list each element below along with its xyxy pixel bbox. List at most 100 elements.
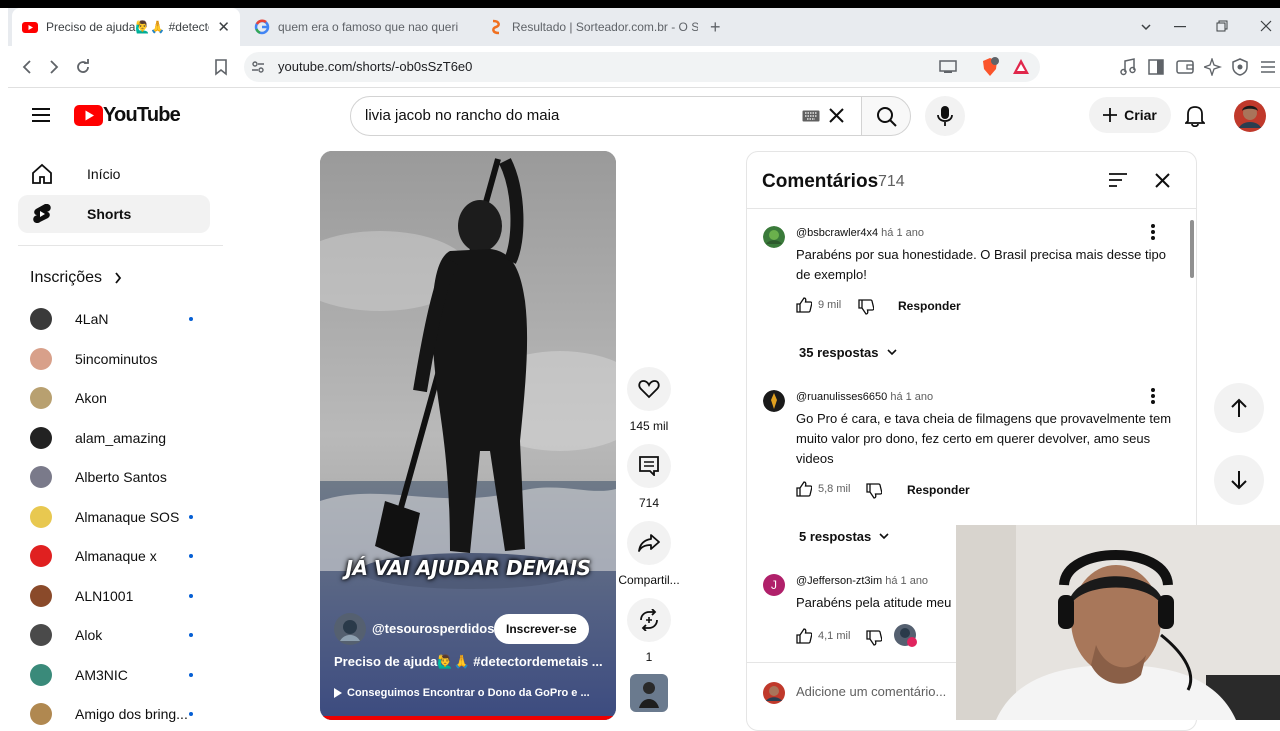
short-video-player[interactable]: JÁ VAI AJUDAR DEMAIS @tesourosperdidos I… <box>320 151 616 720</box>
thumbs-down-icon[interactable] <box>866 483 882 499</box>
subscription-item[interactable]: ALN1001 <box>30 581 210 611</box>
restore-window-icon[interactable] <box>1216 20 1228 32</box>
browser-tab-sorteador[interactable]: Resultado | Sorteador.com.br - O Site <box>478 8 708 46</box>
video-channel-name[interactable]: @tesourosperdidos <box>372 621 494 636</box>
guide-menu-icon[interactable] <box>31 107 51 123</box>
channel-avatar[interactable] <box>334 613 366 645</box>
new-tab-button[interactable]: + <box>710 17 721 38</box>
subscribe-button[interactable]: Inscrever-se <box>494 614 589 644</box>
comment-like-count: 4,1 mil <box>818 630 851 642</box>
like-button[interactable] <box>627 367 671 411</box>
thumbs-down-icon[interactable] <box>866 630 882 646</box>
thumbs-up-icon[interactable] <box>796 481 812 497</box>
voice-search-button[interactable] <box>925 96 965 136</box>
sidebar-toggle-icon[interactable] <box>1148 59 1164 75</box>
clear-search-icon[interactable] <box>829 108 844 123</box>
close-tab-icon[interactable]: ✕ <box>217 18 230 36</box>
site-info-icon[interactable] <box>251 60 265 74</box>
view-replies-button[interactable]: 35 respostas <box>799 345 897 360</box>
minimize-window-icon[interactable] <box>1174 26 1186 28</box>
more-options-icon[interactable] <box>1151 224 1155 240</box>
sidebar-item-shorts[interactable]: Shorts <box>18 195 210 233</box>
browser-menu-icon[interactable] <box>1260 60 1276 74</box>
notifications-bell-icon[interactable] <box>1185 104 1205 127</box>
sound-thumbnail[interactable] <box>630 674 668 712</box>
subscription-item[interactable]: 5incominutos <box>30 344 210 374</box>
comment-author[interactable]: @Jefferson-zt3im <box>796 575 882 587</box>
sort-icon[interactable] <box>1108 172 1128 188</box>
wallet-icon[interactable] <box>1176 59 1194 75</box>
comment-author[interactable]: @bsbcrawler4x4 <box>796 227 878 239</box>
bookmark-icon[interactable] <box>214 59 228 76</box>
comment-time[interactable]: há 1 ano <box>881 227 924 239</box>
video-progress-bar[interactable] <box>320 716 616 720</box>
subscription-item[interactable]: Alok <box>30 620 210 650</box>
comment-author[interactable]: @ruanulisses6650 <box>796 391 887 403</box>
comment-like-count: 5,8 mil <box>818 483 851 495</box>
search-button[interactable] <box>861 96 911 136</box>
brave-shields-icon[interactable] <box>980 57 1000 77</box>
new-content-dot <box>189 317 193 321</box>
add-comment-input[interactable]: Adicione um comentário... <box>796 684 946 699</box>
sidebar-item-home[interactable]: Início <box>18 155 210 193</box>
vpn-shield-icon[interactable] <box>1232 58 1248 76</box>
chevron-right-icon <box>115 272 122 284</box>
leo-ai-icon[interactable] <box>1204 58 1222 76</box>
video-title[interactable]: Preciso de ajuda🙋‍♂️🙏 #detectordemetais … <box>334 654 606 670</box>
comment-header: @Jefferson-zt3im há 1 ano <box>796 575 928 587</box>
creator-heart-avatar <box>894 624 917 647</box>
thumbs-up-icon[interactable] <box>796 628 812 644</box>
browser-tab-youtube[interactable]: Preciso de ajuda🙋‍♂️🙏 #detector... ✕ <box>12 8 240 46</box>
view-replies-button[interactable]: 5 respostas <box>799 529 889 544</box>
tab-search-chevron-icon[interactable] <box>1140 22 1152 32</box>
google-favicon-icon <box>254 19 270 35</box>
youtube-favicon-icon <box>22 22 38 33</box>
comment-avatar[interactable] <box>763 226 785 248</box>
share-button[interactable] <box>627 521 671 565</box>
subscription-item[interactable]: Alberto Santos <box>30 462 210 492</box>
avatar[interactable] <box>1234 100 1266 132</box>
reload-icon[interactable] <box>74 58 92 76</box>
comment-avatar[interactable] <box>763 390 785 412</box>
comments-button[interactable] <box>627 444 671 488</box>
subscription-item[interactable]: alam_amazing <box>30 423 210 453</box>
subscriptions-header[interactable]: Inscrições <box>30 269 122 287</box>
comment-time[interactable]: há 1 ano <box>885 575 928 587</box>
reply-button[interactable]: Responder <box>898 299 961 313</box>
comment-time[interactable]: há 1 ano <box>890 391 933 403</box>
remix-button[interactable] <box>627 598 671 642</box>
subscription-name: AM3NIC <box>75 667 128 683</box>
comments-scrollbar[interactable] <box>1190 220 1194 278</box>
browser-tab-google[interactable]: quem era o famoso que nao queria s <box>244 8 468 46</box>
reply-button[interactable]: Responder <box>907 483 970 497</box>
thumbs-down-icon[interactable] <box>858 299 874 315</box>
close-window-icon[interactable] <box>1260 20 1272 32</box>
next-short-button[interactable] <box>1214 455 1264 505</box>
media-controls-icon[interactable] <box>1120 58 1136 76</box>
back-icon[interactable] <box>20 59 34 75</box>
comment-avatar[interactable]: J <box>763 574 785 596</box>
subscription-item[interactable]: Akon <box>30 383 210 413</box>
arrow-down-icon <box>1231 471 1247 490</box>
subscription-name: Alberto Santos <box>75 469 167 485</box>
more-options-icon[interactable] <box>1151 388 1155 404</box>
subscription-item[interactable]: Almanaque SOS <box>30 502 210 532</box>
related-video-link[interactable]: Conseguimos Encontrar o Dono da GoPro e … <box>334 682 594 704</box>
brave-rewards-icon[interactable] <box>1012 58 1030 76</box>
close-comments-icon[interactable] <box>1155 173 1170 188</box>
subscription-item[interactable]: Almanaque x <box>30 541 210 571</box>
arrow-up-icon <box>1231 398 1247 417</box>
subscription-item[interactable]: 4LaN <box>30 304 210 334</box>
forward-icon[interactable] <box>47 59 61 75</box>
create-button[interactable]: Criar <box>1089 97 1171 133</box>
previous-short-button[interactable] <box>1214 383 1264 433</box>
address-bar-url: youtube.com/shorts/-ob0sSzT6e0 <box>278 59 473 74</box>
subscription-item[interactable]: AM3NIC <box>30 660 210 690</box>
cast-icon[interactable] <box>939 60 957 74</box>
youtube-logo-icon[interactable] <box>74 105 103 126</box>
subscription-name: Alok <box>75 627 103 643</box>
thumbs-up-icon[interactable] <box>796 297 812 313</box>
subscription-item[interactable]: Amigo dos bring... <box>30 699 210 729</box>
youtube-logo-text[interactable]: YouTube <box>103 104 181 127</box>
keyboard-icon[interactable] <box>802 110 820 122</box>
